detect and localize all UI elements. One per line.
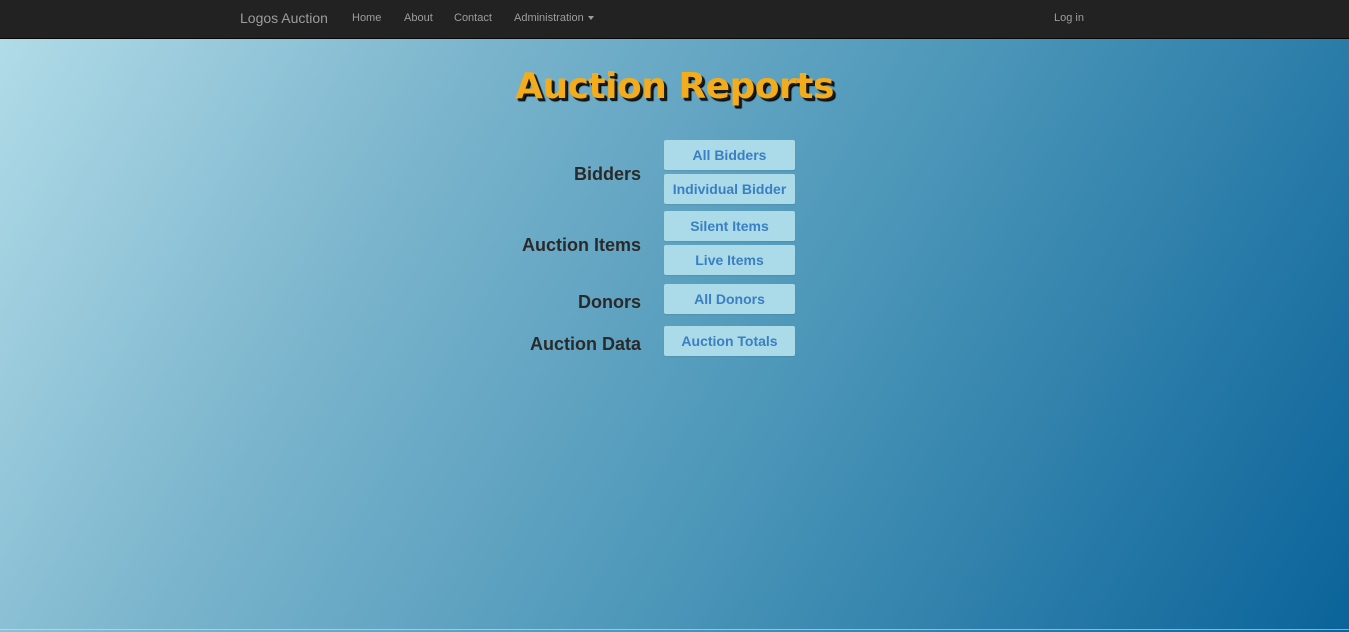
nav-home-link[interactable]: Home <box>352 0 381 38</box>
auction-data-section-label: Auction Data <box>529 334 641 354</box>
page-title: Auction Reports <box>515 66 834 107</box>
auction-items-section-label: Auction Items <box>521 235 641 255</box>
nav-about-link[interactable]: About <box>404 0 433 38</box>
live-items-button[interactable]: Live Items <box>664 245 795 275</box>
auction-totals-button[interactable]: Auction Totals <box>664 326 795 356</box>
donors-section-label: Donors <box>578 292 641 312</box>
login-link[interactable]: Log in <box>1054 0 1084 38</box>
nav-administration-dropdown[interactable]: Administration <box>514 0 594 38</box>
all-bidders-button[interactable]: All Bidders <box>664 140 795 170</box>
bidders-section-label: Bidders <box>573 164 641 184</box>
all-donors-button[interactable]: All Donors <box>664 284 795 314</box>
caret-down-icon <box>587 16 594 21</box>
nav-administration-label: Administration <box>514 12 584 24</box>
silent-items-button[interactable]: Silent Items <box>664 211 795 241</box>
footer-divider <box>0 629 1349 630</box>
brand-link[interactable]: Logos Auction <box>240 0 328 38</box>
nav-contact-link[interactable]: Contact <box>454 0 492 38</box>
top-navbar: Logos Auction Home About Contact Adminis… <box>0 0 1349 39</box>
individual-bidder-button[interactable]: Individual Bidder <box>664 174 795 204</box>
